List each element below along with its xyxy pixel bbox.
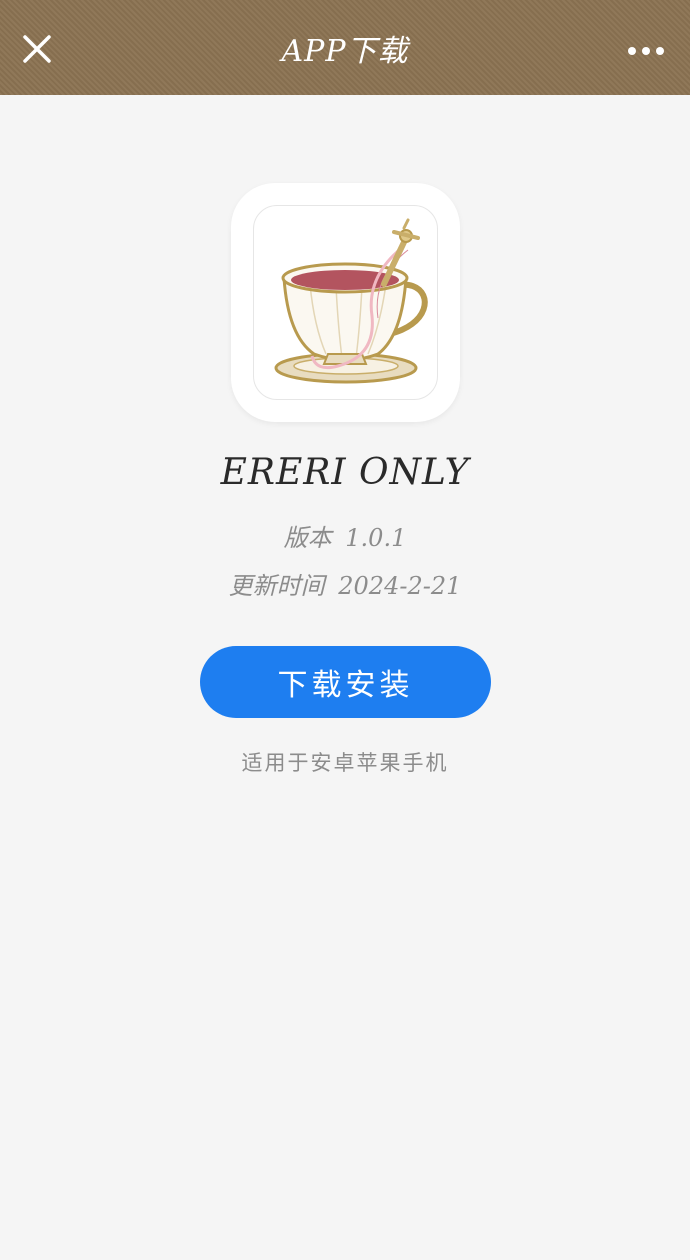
top-bar: APP下载 (0, 0, 690, 95)
more-button[interactable] (626, 36, 666, 66)
update-value: 2024-2-21 (338, 572, 462, 600)
version-label: 版本 (283, 524, 332, 552)
download-install-button[interactable]: 下载安装 (200, 646, 491, 718)
update-info: 更新时间 2024-2-21 (0, 566, 690, 601)
page-title: APP下载 (281, 34, 409, 69)
update-label: 更新时间 (228, 572, 325, 600)
version-value: 1.0.1 (345, 524, 407, 552)
app-name: ERERI ONLY (220, 452, 470, 493)
version-info: 版本 1.0.1 (0, 518, 690, 553)
compatibility-note: 适用于安卓苹果手机 (241, 751, 449, 775)
app-icon-card (231, 183, 460, 422)
teacup-app-icon (253, 205, 438, 400)
more-dots-icon (628, 47, 664, 55)
